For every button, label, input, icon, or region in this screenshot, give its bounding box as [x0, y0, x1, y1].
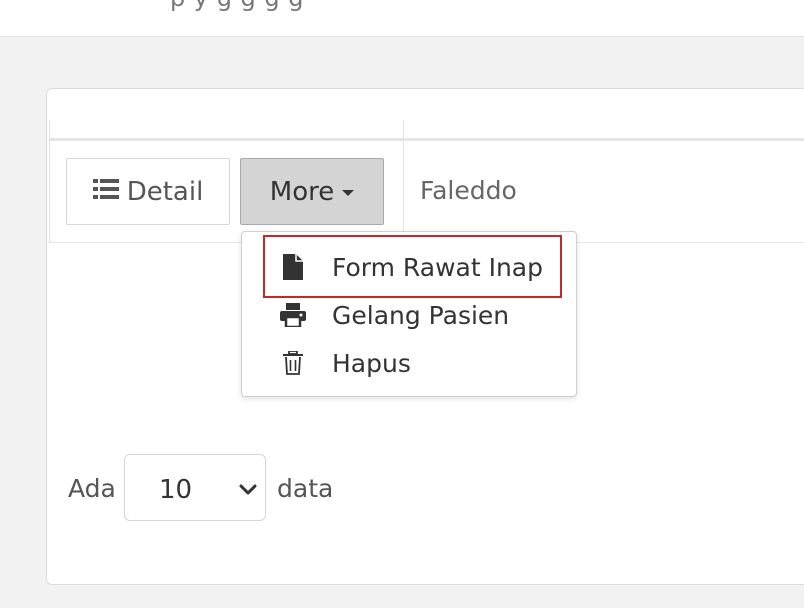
file-icon — [280, 254, 306, 280]
patient-name-cell: Faleddo — [420, 176, 517, 205]
page-size-prefix: Ada — [68, 474, 116, 503]
more-button-label: More — [269, 176, 335, 207]
row-divider-left — [49, 120, 50, 243]
menu-item-gelang-pasien[interactable]: Gelang Pasien — [242, 293, 576, 337]
menu-item-label: Hapus — [332, 348, 411, 378]
page-size-select[interactable]: 10 — [124, 454, 266, 521]
header-partial-text: p y g g g g — [170, 0, 304, 12]
detail-button[interactable]: Detail — [66, 158, 230, 225]
menu-item-hapus[interactable]: Hapus — [242, 341, 576, 385]
row-divider-top — [49, 138, 804, 141]
print-icon — [280, 302, 306, 328]
more-dropdown-menu: Form Rawat Inap Gelang Pasien Hapus — [241, 231, 577, 397]
column-divider — [403, 120, 404, 243]
list-icon — [92, 177, 119, 207]
more-dropdown-button[interactable]: More — [240, 158, 384, 225]
menu-item-form-rawat-inap[interactable]: Form Rawat Inap — [242, 245, 576, 289]
menu-item-label: Gelang Pasien — [332, 300, 510, 330]
trash-icon — [280, 350, 306, 376]
caret-down-icon — [342, 190, 355, 196]
detail-button-label: Detail — [126, 176, 204, 207]
page-size-suffix: data — [277, 474, 334, 503]
menu-item-label: Form Rawat Inap — [332, 252, 543, 282]
page-size-value: 10 — [159, 475, 193, 505]
top-header: p y g g g g — [0, 0, 804, 37]
chevron-down-icon — [239, 481, 257, 500]
